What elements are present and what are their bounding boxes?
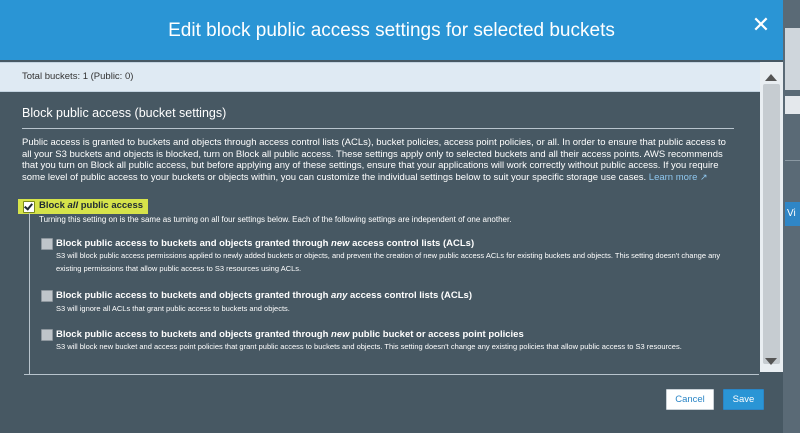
save-button[interactable]: Save [723, 389, 764, 410]
learn-more-link[interactable]: Learn more [649, 172, 698, 183]
cancel-button[interactable]: Cancel [666, 389, 714, 410]
description-text: Public access is granted to buckets and … [22, 137, 726, 183]
dialog-content: Block public access (bucket settings) Pu… [0, 92, 760, 374]
background-panel [785, 28, 800, 90]
block-all-label[interactable]: Block all public access [39, 200, 143, 211]
external-link-icon: ↗ [700, 171, 708, 182]
block-new-policies-description: S3 will block new bucket and access poin… [56, 342, 682, 351]
scroll-up-arrow-icon[interactable] [765, 74, 777, 81]
total-buckets-text: Total buckets: 1 (Public: 0) [22, 71, 134, 82]
block-new-policies-checkbox[interactable] [41, 329, 53, 341]
background-page: Vi [783, 0, 800, 433]
block-new-acls-label[interactable]: Block public access to buckets and objec… [56, 238, 474, 249]
background-divider [785, 160, 800, 161]
settings-tree-line [29, 213, 30, 374]
block-all-checkbox[interactable] [23, 201, 35, 213]
block-any-acls-description: S3 will ignore all ACLs that grant publi… [56, 304, 290, 313]
section-divider [22, 128, 734, 129]
dialog-scrollbar[interactable] [760, 62, 783, 372]
background-button: Vi [785, 202, 800, 226]
dialog-header: Edit block public access settings for se… [0, 0, 783, 60]
section-description: Public access is granted to buckets and … [22, 137, 734, 183]
checkmark-icon [24, 201, 33, 211]
block-any-acls-checkbox[interactable] [41, 290, 53, 302]
background-panel [785, 96, 800, 114]
dialog-title: Edit block public access settings for se… [168, 20, 615, 41]
bucket-summary-bar: Total buckets: 1 (Public: 0) [0, 62, 760, 92]
block-any-acls-label[interactable]: Block public access to buckets and objec… [56, 290, 472, 301]
block-new-policies-label[interactable]: Block public access to buckets and objec… [56, 329, 524, 340]
section-title: Block public access (bucket settings) [22, 106, 227, 120]
scrollbar-thumb[interactable] [763, 84, 780, 364]
block-new-acls-description: S3 will block public access permissions … [56, 251, 721, 273]
edit-block-public-access-dialog: Edit block public access settings for se… [0, 0, 783, 433]
footer-divider [24, 374, 759, 375]
block-all-description: Turning this setting on is the same as t… [39, 215, 512, 224]
block-new-acls-checkbox[interactable] [41, 238, 53, 250]
close-icon[interactable]: ✕ [748, 12, 774, 38]
scroll-down-arrow-icon[interactable] [765, 358, 777, 365]
